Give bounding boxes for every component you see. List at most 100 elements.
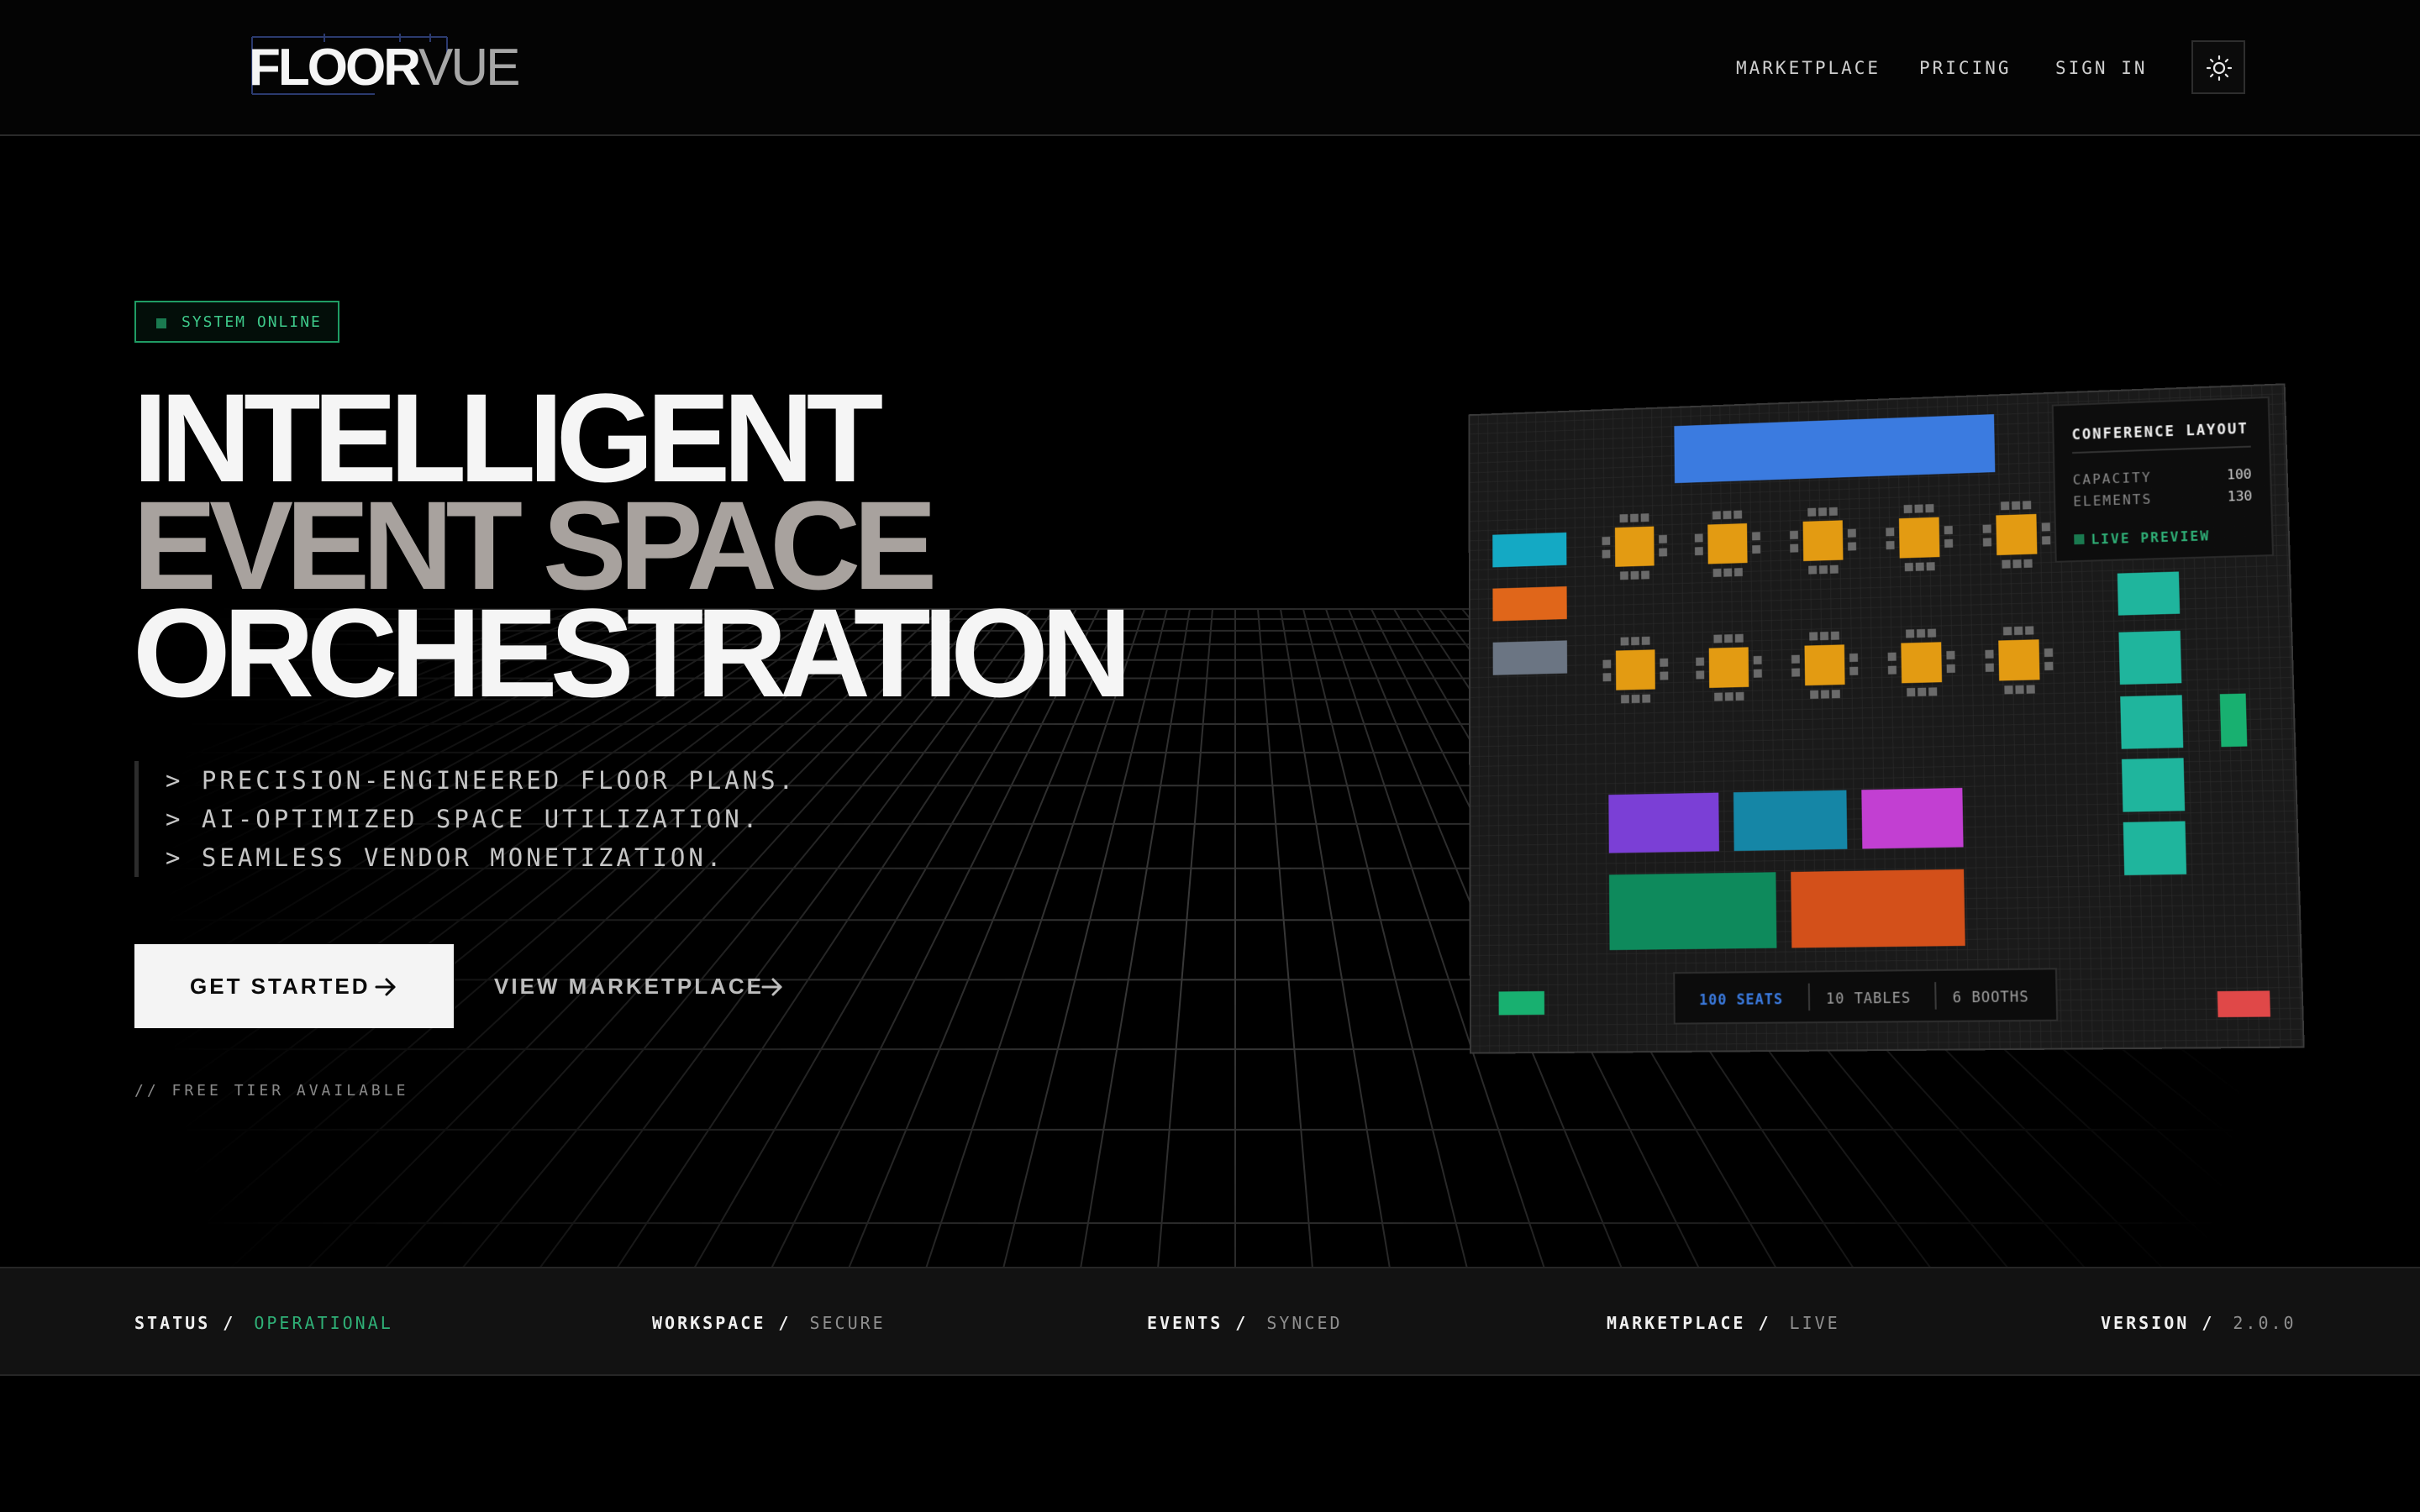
chair: [2042, 536, 2050, 544]
chair: [2044, 648, 2053, 657]
get-started-button[interactable]: GET STARTED: [134, 944, 454, 1028]
chair: [2012, 501, 2020, 510]
chair: [1725, 692, 1733, 701]
chair: [1696, 658, 1704, 666]
chair: [1752, 532, 1760, 540]
elements-label: ELEMENTS: [2073, 491, 2152, 509]
chair: [2023, 559, 2032, 568]
status-value: SECURE: [809, 1313, 885, 1333]
chair: [1928, 629, 1936, 638]
status-value: 2.0.0: [2233, 1313, 2296, 1333]
chair: [1630, 514, 1639, 522]
stat-divider: [1935, 982, 1936, 1010]
feature-item: > PRECISION-ENGINEERED FLOOR PLANS.: [166, 761, 797, 800]
chair: [1735, 634, 1744, 643]
chair: [1907, 688, 1915, 696]
arrow-right-icon: [373, 974, 398, 1000]
chair: [1659, 548, 1667, 556]
chair: [1915, 504, 1923, 512]
chair: [1928, 687, 1937, 696]
zone-green: [1609, 872, 1776, 950]
chair: [1620, 514, 1628, 522]
chair: [1983, 525, 1991, 533]
status-key: MARKETPLACE /: [1607, 1313, 1771, 1333]
chair: [2015, 685, 2023, 694]
brand-logo[interactable]: FLOORVUE: [249, 34, 501, 101]
zone-teal-blue: [1733, 790, 1847, 851]
chair: [1660, 671, 1668, 680]
view-marketplace-button[interactable]: VIEW MARKETPLACE: [492, 944, 795, 1028]
live-dot-icon: [2074, 534, 2084, 544]
chair: [1807, 508, 1816, 517]
round-table: [1707, 523, 1747, 564]
chair: [1631, 571, 1639, 580]
tables-stat: 10 TABLES: [1826, 990, 1912, 1007]
chair: [1696, 670, 1704, 679]
chair: [1810, 690, 1818, 699]
status-key: VERSION /: [2101, 1313, 2214, 1333]
chair: [1820, 632, 1828, 640]
zone-purple: [1608, 793, 1719, 853]
chair: [1642, 695, 1650, 703]
chair: [1754, 669, 1762, 678]
status-badge-label: SYSTEM ONLINE: [182, 312, 322, 333]
headline-line-3: ORCHESTRATION: [133, 598, 1124, 707]
arrow-right-icon: [760, 974, 785, 1000]
round-table: [1901, 642, 1942, 683]
theme-toggle-button[interactable]: [2191, 40, 2245, 94]
booth-orange: [1492, 586, 1566, 621]
chair: [1808, 565, 1817, 574]
floor-plan-preview[interactable]: CONFERENCE LAYOUT CAPACITY 100 ELEMENTS …: [1459, 395, 2289, 1048]
status-item-marketplace: MARKETPLACE / LIVE: [1607, 1312, 1840, 1334]
chair: [1621, 695, 1629, 703]
chair: [1886, 541, 1895, 549]
chair: [1791, 655, 1800, 664]
logo-wordmark: FLOORVUE: [249, 40, 518, 96]
chair: [1621, 637, 1629, 645]
logo-light-part: VUE: [418, 39, 518, 97]
entrance-marker: [1499, 991, 1544, 1015]
preview-stats-bar: 100 SEATS 10 TABLES 6 BOOTHS: [1674, 969, 2057, 1023]
chair: [1712, 511, 1721, 519]
chair: [1642, 637, 1650, 645]
booth-teal: [2122, 758, 2185, 811]
chair: [1659, 535, 1667, 543]
chair: [1736, 692, 1744, 701]
booth-teal: [2118, 631, 2181, 685]
chair: [1602, 537, 1611, 545]
stage-block: [1674, 414, 1995, 483]
chair: [1947, 664, 1955, 673]
nav-pricing[interactable]: PRICING: [1919, 55, 2012, 81]
chair: [1660, 659, 1668, 667]
nav-marketplace[interactable]: MARKETPLACE: [1736, 55, 1881, 81]
chair: [1906, 629, 1914, 638]
feature-item: > AI-OPTIMIZED SPACE UTILIZATION.: [166, 800, 797, 838]
chair: [1713, 569, 1722, 577]
round-table: [1709, 647, 1749, 688]
booth-cyan: [1492, 533, 1566, 568]
chair: [1848, 529, 1856, 538]
round-table: [1996, 514, 2037, 555]
nav-sign-in[interactable]: SIGN IN: [2055, 55, 2148, 81]
status-item-version: VERSION / 2.0.0: [2101, 1312, 2296, 1334]
chair: [1632, 695, 1640, 703]
layout-info-panel: CONFERENCE LAYOUT CAPACITY 100 ELEMENTS …: [2053, 397, 2273, 562]
chair: [2002, 559, 2010, 568]
chair: [1695, 533, 1703, 542]
chair: [2014, 627, 2023, 635]
round-table: [1899, 517, 1939, 559]
chair: [1848, 542, 1856, 550]
chair: [1754, 656, 1762, 664]
chair: [1849, 654, 1858, 662]
chair: [1631, 637, 1639, 645]
chair: [1819, 565, 1828, 574]
zone-magenta: [1861, 788, 1963, 849]
chair: [1944, 539, 1953, 548]
status-item-status: STATUS / OPERATIONAL: [134, 1312, 393, 1334]
system-status-badge: SYSTEM ONLINE: [134, 301, 339, 343]
chair: [2027, 685, 2035, 693]
booth-teal: [2123, 822, 2186, 875]
chair: [1641, 570, 1649, 579]
booth-green-small: [2220, 694, 2248, 748]
status-item-workspace: WORKSPACE / SECURE: [652, 1312, 886, 1334]
